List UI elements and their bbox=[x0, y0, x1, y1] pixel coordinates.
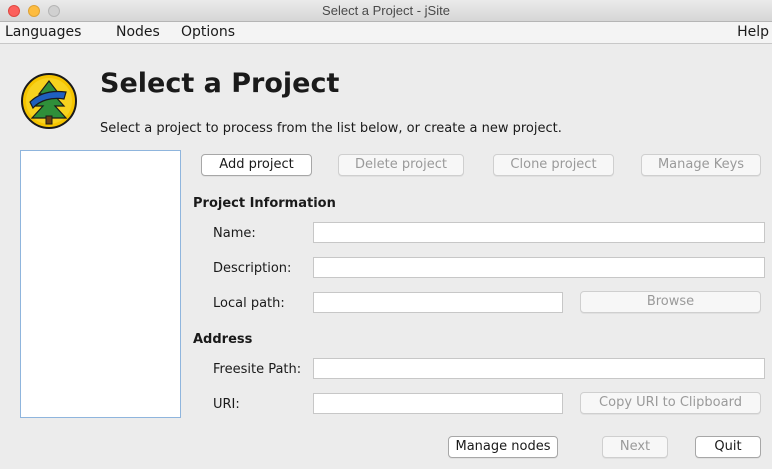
description-label: Description: bbox=[213, 261, 292, 276]
browse-button[interactable]: Browse bbox=[580, 291, 761, 313]
menu-nodes[interactable]: Nodes bbox=[116, 24, 160, 40]
project-list[interactable] bbox=[20, 150, 181, 418]
freesite-path-label: Freesite Path: bbox=[213, 362, 302, 377]
project-information-heading: Project Information bbox=[193, 196, 336, 211]
jsite-logo-icon bbox=[21, 73, 77, 129]
menu-help[interactable]: Help bbox=[737, 24, 769, 40]
uri-label: URI: bbox=[213, 397, 240, 412]
page-title: Select a Project bbox=[100, 68, 340, 99]
window-title: Select a Project - jSite bbox=[322, 3, 450, 18]
local-path-label: Local path: bbox=[213, 296, 285, 311]
next-button[interactable]: Next bbox=[602, 436, 668, 458]
menu-languages[interactable]: Languages bbox=[5, 24, 81, 40]
quit-button[interactable]: Quit bbox=[695, 436, 761, 458]
freesite-path-field[interactable] bbox=[313, 358, 765, 379]
description-field[interactable] bbox=[313, 257, 765, 278]
manage-nodes-button[interactable]: Manage nodes bbox=[448, 436, 558, 458]
name-label: Name: bbox=[213, 226, 256, 241]
menubar: Languages Nodes Options Help bbox=[0, 22, 772, 44]
uri-field[interactable] bbox=[313, 393, 563, 414]
delete-project-button[interactable]: Delete project bbox=[338, 154, 464, 176]
manage-keys-button[interactable]: Manage Keys bbox=[641, 154, 761, 176]
window-titlebar: Select a Project - jSite bbox=[0, 0, 772, 22]
menu-options[interactable]: Options bbox=[181, 24, 235, 40]
local-path-field[interactable] bbox=[313, 292, 563, 313]
page-subtitle: Select a project to process from the lis… bbox=[100, 121, 562, 136]
add-project-button[interactable]: Add project bbox=[201, 154, 312, 176]
address-heading: Address bbox=[193, 332, 253, 347]
copy-uri-button[interactable]: Copy URI to Clipboard bbox=[580, 392, 761, 414]
clone-project-button[interactable]: Clone project bbox=[493, 154, 614, 176]
name-field[interactable] bbox=[313, 222, 765, 243]
